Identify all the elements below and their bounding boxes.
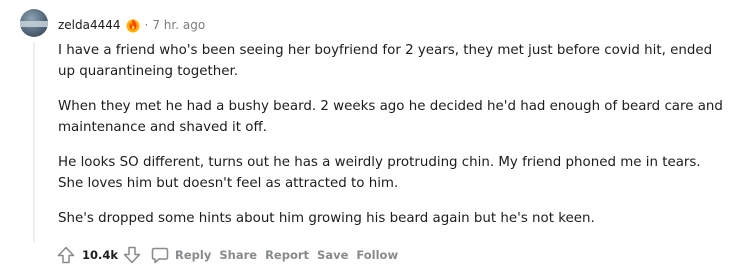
follow-label: Follow [356, 248, 399, 262]
downvote-arrow-icon [123, 246, 141, 264]
comment-paragraph: I have a friend who's been seeing her bo… [58, 43, 713, 79]
save-label: Save [317, 248, 349, 262]
username-link[interactable]: zelda4444 [58, 18, 121, 32]
save-button[interactable]: Save [317, 248, 356, 262]
comment-paragraph: When they met he had a bushy beard. 2 we… [58, 99, 723, 135]
reply-label: Reply [175, 248, 212, 262]
report-label: Report [265, 248, 310, 262]
thread-line[interactable] [33, 42, 35, 242]
comment-paragraph: He looks SO different, turns out he has … [58, 155, 701, 191]
comment-body: I have a friend who's been seeing her bo… [58, 40, 728, 243]
reply-button[interactable]: Reply [150, 245, 219, 265]
share-label: Share [219, 248, 258, 262]
comment-paragraph: She's dropped some hints about him growi… [58, 211, 595, 226]
flame-award-icon [125, 17, 141, 33]
follow-button[interactable]: Follow [356, 248, 406, 262]
comment-actions: 10.4k Reply Share Report Save Follow [56, 243, 406, 267]
upvote-arrow-icon [57, 246, 75, 264]
share-button[interactable]: Share [219, 248, 265, 262]
comment: zelda4444 · 7 hr. ago I have a friend wh… [0, 0, 741, 279]
reply-bubble-icon [151, 247, 169, 264]
report-button[interactable]: Report [265, 248, 317, 262]
comment-timestamp[interactable]: 7 hr. ago [152, 18, 205, 32]
vote-score: 10.4k [82, 248, 119, 262]
comment-header: zelda4444 · 7 hr. ago [58, 16, 205, 34]
upvote-button[interactable] [56, 245, 76, 265]
separator-dot: · [144, 18, 149, 32]
user-avatar[interactable] [20, 9, 48, 37]
downvote-button[interactable] [122, 245, 142, 265]
